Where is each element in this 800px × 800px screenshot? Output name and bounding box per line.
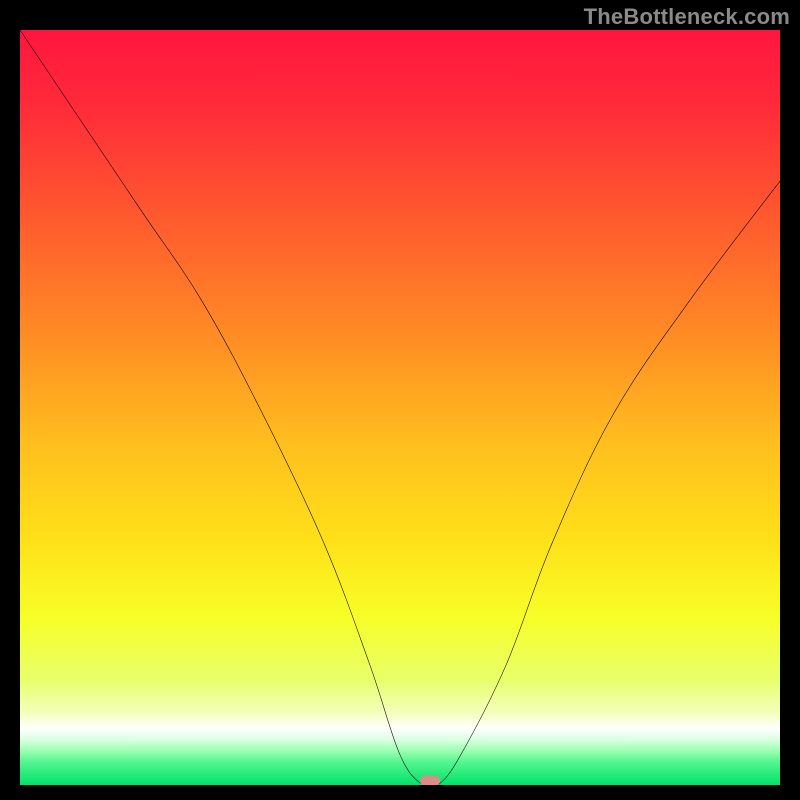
plot-area <box>20 30 780 785</box>
optimal-point-marker <box>420 776 440 786</box>
bottleneck-curve <box>20 30 780 785</box>
chart-container: TheBottleneck.com <box>0 0 800 800</box>
watermark-text: TheBottleneck.com <box>584 4 790 30</box>
